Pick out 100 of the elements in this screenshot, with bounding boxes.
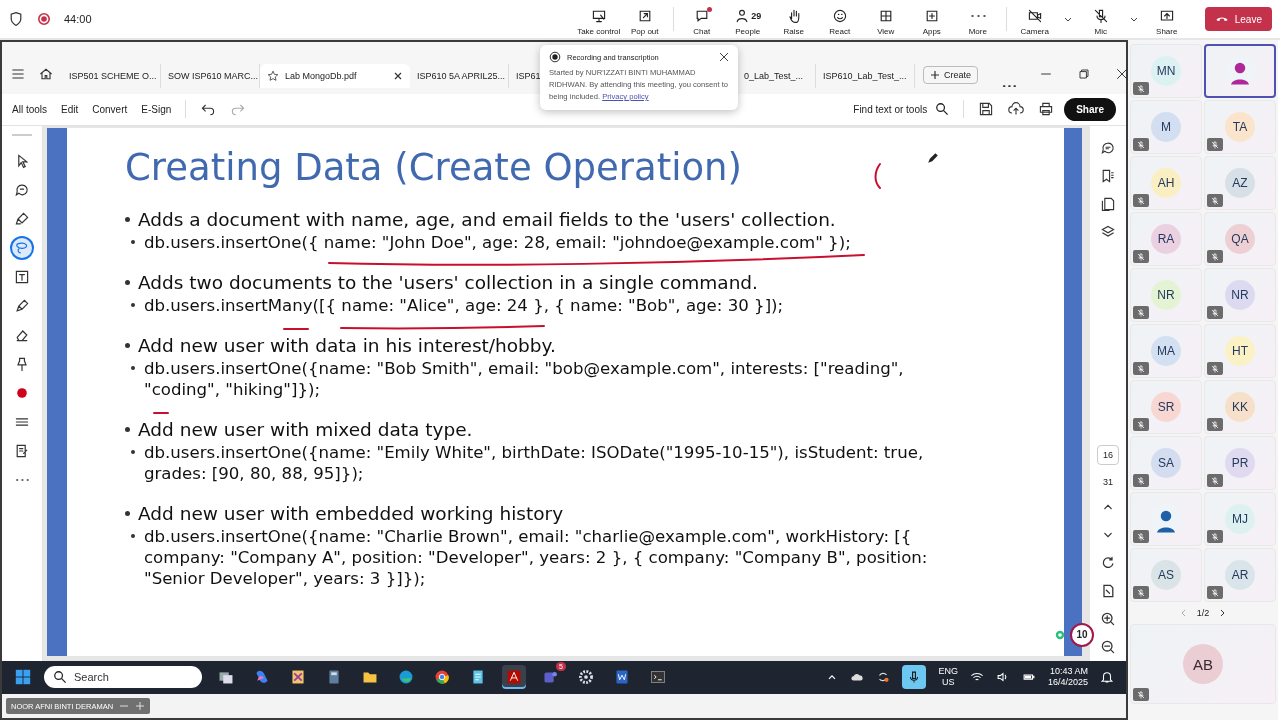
ink-stroke [152,411,170,416]
participant-tile[interactable]: MJ [1204,492,1276,546]
avatar: SR [1151,392,1181,422]
share-button[interactable]: Share [1064,97,1116,121]
participant-tile[interactable]: NR [1130,268,1202,322]
avatar: TA [1225,112,1255,142]
close-icon[interactable] [719,52,729,62]
lasso-icon[interactable] [12,238,32,259]
code-text: db.users.insertOne({ name: "John Doe", age: 28, email: "johndoe@example.com" }); [144,232,851,254]
page-count: 31 [1103,476,1113,487]
avatar: AH [1151,168,1181,198]
avatar: HT [1225,336,1255,366]
more-icon[interactable] [1002,83,1016,88]
clock-time[interactable]: 10:43 AM [1049,666,1088,678]
page-number-field[interactable]: 16 [1097,444,1119,465]
zoom-out-icon[interactable] [1100,638,1116,655]
microphone-icon[interactable] [902,665,927,690]
language-label[interactable]: ENG [938,666,958,678]
avatar: PR [1225,448,1255,478]
mic-off-icon [1092,7,1109,24]
bullet-text: Add new user with data in his interest/hobby. [138,334,556,359]
participant-tile[interactable]: RA [1130,212,1202,266]
create-button[interactable]: Create [923,65,978,84]
bullet-point [131,450,135,455]
participant-tile[interactable]: SA [1130,436,1202,490]
ink-stroke [282,327,310,332]
pages-icon[interactable] [1100,196,1116,213]
rotate-icon[interactable] [1100,554,1116,571]
participant-tile[interactable]: MA [1130,324,1202,378]
sync-icon[interactable] [876,670,891,685]
participant-tile[interactable]: AS [1130,548,1202,602]
menu-item[interactable]: Convert [92,103,128,115]
close-icon[interactable] [393,70,403,81]
avatar: AR [1225,560,1255,590]
avatar: QA [1225,224,1255,254]
clock-date[interactable]: 16/4/2025 [1047,677,1088,689]
meeting-control-button[interactable]: React [817,2,862,36]
menu-item[interactable]: E-Sign [141,103,172,115]
participant-tile[interactable]: MN [1130,44,1202,98]
participant-tile[interactable]: QA [1204,212,1276,266]
meeting-control-button[interactable]: Raise [771,2,816,36]
document-tab[interactable]: ISP501 SCHEME O... [62,63,161,88]
save-icon[interactable] [978,101,995,118]
code-text: db.users.insertOne({name: "Emily White", birthDate: ISODate("1995-10-15"), isStudent: true, grades: [90, 80, 88, 95]}); [144,442,925,485]
meeting-control-button[interactable]: View [863,2,908,36]
comment-list-icon[interactable] [1100,140,1116,157]
meeting-control-button[interactable]: Camera [1012,2,1057,36]
document-tab[interactable]: Lab MongoDb.pdf [260,63,410,88]
acrobat-icon[interactable] [502,665,526,690]
bell-icon[interactable] [1100,670,1114,685]
participant-tile[interactable]: AB [1130,624,1276,704]
menu-item[interactable]: All tools [12,103,47,115]
participant-tile[interactable]: AR [1204,548,1276,602]
meeting-control-button[interactable]: 29 People [725,2,770,36]
document-tab[interactable]: ISP610 5A APRIL25... [410,63,509,88]
upload-cloud-icon[interactable] [1008,101,1025,118]
participant-tile[interactable]: M [1130,100,1202,154]
avatar: NR [1151,280,1181,310]
camera-off-icon [1026,7,1043,24]
star-icon[interactable] [267,69,279,82]
meeting-control-button[interactable]: Apps [909,2,954,36]
avatar: M [1151,112,1181,142]
zoom-in-icon[interactable] [1100,610,1116,627]
menu-item[interactable]: Edit [61,103,79,115]
search-icon [935,102,950,117]
document-tab[interactable]: ISP610_Lab_Test_... [816,63,915,88]
search-field[interactable]: Search [44,666,202,689]
plus-icon[interactable] [135,701,146,712]
print-icon[interactable] [1038,101,1055,118]
meeting-control-button[interactable]: Mic [1078,2,1123,36]
participant-tile[interactable]: KK [1204,380,1276,434]
bullet-point [131,366,135,371]
participant-tile[interactable] [1204,44,1276,98]
bullet-point [125,280,130,286]
code-text: db.users.insertOne({name: "Charlie Brown", email: "charlie@example.com", workHistory: [{ company: "Company A", position: "Developer", years: 2 }, { company: "Company B", position: "Senior Developer", years: 3 }]}); [144,526,929,590]
participant-tile[interactable]: HT [1204,324,1276,378]
meeting-control-button[interactable]: Chat [679,2,724,36]
bookmark-icon[interactable] [1100,168,1116,185]
participant-tile[interactable]: AH [1130,156,1202,210]
leave-button[interactable]: Leave [1204,7,1272,31]
bullet-text: Add new user with mixed data type. [138,418,473,443]
meeting-control-button[interactable]: Pop out [622,2,667,36]
meeting-control-button[interactable]: More [955,2,1000,36]
start-icon[interactable] [14,668,32,687]
bullet-text: Add new user with embedded working history [138,502,564,527]
avatar: AS [1151,560,1181,590]
participant-tile[interactable]: PR [1204,436,1276,490]
meeting-control-button[interactable]: Take control [576,2,621,36]
find-button[interactable]: Find text or tools [853,102,950,117]
participant-tile[interactable]: SR [1130,380,1202,434]
page-fit-icon[interactable] [1100,582,1116,599]
ink-stroke [872,162,882,191]
participant-tile[interactable]: AZ [1204,156,1276,210]
more-icon [969,13,986,18]
region-label[interactable]: US [941,677,955,689]
participant-tile[interactable]: TA [1204,100,1276,154]
participant-tile[interactable]: NR [1204,268,1276,322]
avatar: AZ [1225,168,1255,198]
bullet-point [131,303,135,308]
meeting-control-button[interactable]: Share [1144,2,1189,36]
